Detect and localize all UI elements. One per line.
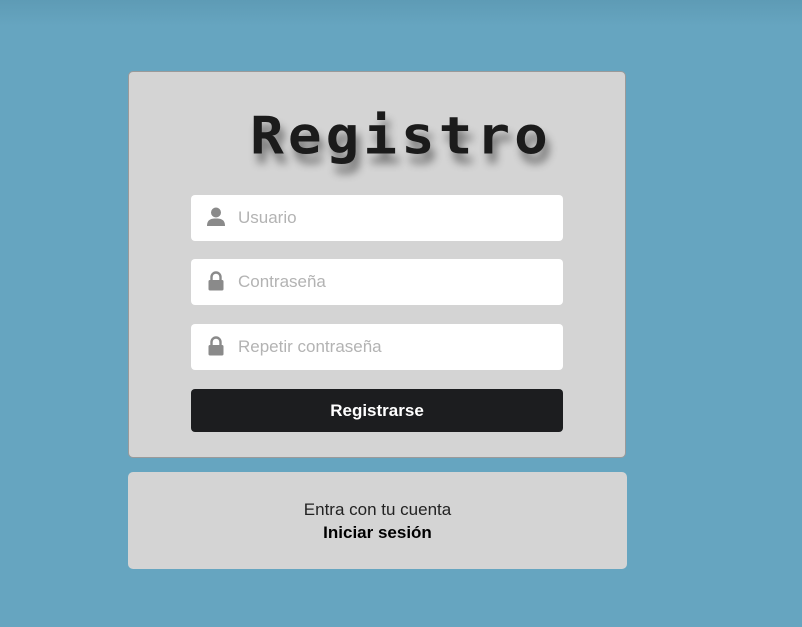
login-prompt: Entra con tu cuenta	[303, 500, 452, 519]
login-panel: Entra con tu cuenta Iniciar sesión	[128, 0, 627, 627]
login-link[interactable]: Iniciar sesión	[128, 523, 627, 543]
